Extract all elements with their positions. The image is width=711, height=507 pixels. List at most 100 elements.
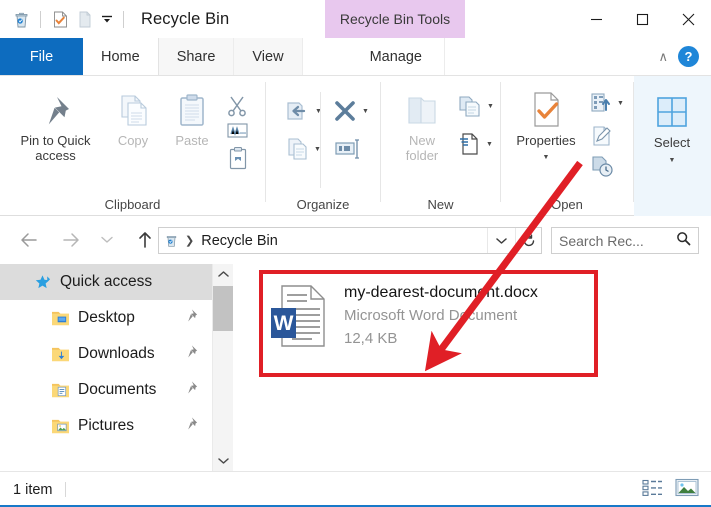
up-button[interactable] — [130, 225, 160, 255]
select-icon — [652, 92, 692, 132]
close-button[interactable] — [665, 0, 711, 38]
folder-icon[interactable] — [74, 8, 96, 30]
search-input[interactable]: Search Rec... — [551, 227, 699, 254]
select-button[interactable]: Select ▼ — [642, 92, 702, 168]
forward-arrow-icon — [61, 231, 81, 249]
easy-access-icon — [458, 131, 482, 157]
quick-access-star-icon — [30, 274, 54, 291]
tab-home[interactable]: Home — [83, 38, 159, 75]
file-explorer-window: Recycle Bin Recycle Bin Tools File Home … — [0, 0, 711, 507]
tab-manage[interactable]: Manage — [348, 38, 445, 75]
sidebar-item-downloads-label: Downloads — [78, 345, 155, 363]
delete-caret-icon[interactable]: ▼ — [362, 108, 369, 115]
large-icons-view-icon[interactable] — [675, 478, 699, 502]
contextual-tab-group-header: Recycle Bin Tools — [325, 0, 465, 38]
word-document-icon: W — [268, 282, 330, 350]
sidebar-item-desktop[interactable]: Desktop — [0, 300, 212, 336]
tab-strip-filler — [445, 38, 659, 75]
details-view-icon[interactable] — [642, 479, 663, 502]
open-button[interactable]: ▼ — [589, 91, 624, 115]
delete-button[interactable]: ▼ — [332, 98, 369, 124]
sidebar-item-pictures[interactable]: Pictures — [0, 408, 212, 444]
ribbon-group-open: Properties ▼ ▼ — [501, 76, 633, 216]
pin-icon[interactable] — [184, 417, 198, 436]
file-list-pane[interactable]: W my-dearest-document.docx Microsoft Wor… — [233, 264, 711, 471]
up-arrow-icon — [136, 230, 154, 250]
copy-to-button[interactable]: ▼ — [285, 136, 321, 162]
maximize-button[interactable] — [619, 0, 665, 38]
delete-x-icon — [332, 98, 358, 124]
pin-icon[interactable] — [184, 309, 198, 328]
tab-share[interactable]: Share — [159, 38, 235, 75]
back-button[interactable] — [14, 225, 44, 255]
new-item-button[interactable]: ▼ — [457, 94, 494, 118]
file-name: my-dearest-document.docx — [344, 282, 538, 304]
rename-button[interactable] — [334, 138, 362, 165]
copy-button[interactable]: Copy — [105, 92, 161, 148]
pin-icon[interactable] — [184, 345, 198, 364]
status-divider — [65, 482, 66, 497]
breadcrumb-recycle-bin[interactable]: Recycle Bin — [201, 233, 487, 249]
pin-to-quick-access-button[interactable]: Pin to Quick access — [8, 92, 103, 163]
tab-file-label: File — [30, 49, 53, 65]
navigation-pane-scrollbar[interactable] — [212, 264, 233, 471]
documents-folder-icon — [48, 382, 72, 399]
tab-view-label: View — [252, 49, 283, 65]
ribbon: Pin to Quick access Copy Paste — [0, 76, 711, 216]
select-caret-icon[interactable]: ▼ — [669, 153, 676, 168]
history-icon — [590, 154, 614, 178]
scrollbar-thumb[interactable] — [213, 286, 234, 331]
move-to-icon — [284, 98, 312, 124]
paste-icon — [173, 92, 211, 130]
edit-button[interactable] — [590, 124, 614, 153]
scroll-down-button[interactable] — [213, 451, 234, 471]
cut-button[interactable] — [225, 94, 249, 123]
properties-icon[interactable] — [49, 8, 71, 30]
sidebar-item-downloads[interactable]: Downloads — [0, 336, 212, 372]
recent-locations-button[interactable] — [92, 225, 122, 255]
new-item-caret-icon[interactable]: ▼ — [487, 103, 494, 110]
properties-button[interactable]: Properties ▼ — [507, 90, 585, 165]
pin-icon[interactable] — [184, 381, 198, 400]
sidebar-item-desktop-label: Desktop — [78, 309, 135, 327]
breadcrumb-separator-icon[interactable]: ❯ — [183, 234, 201, 247]
ribbon-tab-strip: File Home Share View Manage ∧ ? — [0, 38, 711, 76]
paste-shortcut-button[interactable] — [228, 146, 248, 175]
tab-home-label: Home — [101, 49, 140, 65]
move-to-button[interactable]: ▼ — [284, 98, 322, 124]
collapse-ribbon-icon[interactable]: ∧ — [658, 49, 668, 65]
easy-access-button[interactable]: ▼ — [458, 131, 493, 157]
sidebar-item-documents[interactable]: Documents — [0, 372, 212, 408]
open-caret-icon[interactable]: ▼ — [617, 100, 624, 107]
history-button[interactable] — [590, 154, 614, 183]
quick-access-dropdown-icon[interactable] — [99, 11, 115, 27]
sidebar-item-quick-access[interactable]: Quick access — [0, 264, 212, 300]
properties-icon — [527, 90, 565, 130]
help-button[interactable]: ? — [678, 46, 699, 67]
new-folder-icon — [401, 92, 443, 130]
minimize-button[interactable] — [573, 0, 619, 38]
address-dropdown-icon[interactable] — [487, 228, 515, 253]
tab-view[interactable]: View — [234, 38, 302, 75]
window-controls — [573, 0, 711, 38]
recent-locations-icon — [100, 234, 114, 246]
new-folder-label: New folder — [391, 133, 453, 163]
tab-file[interactable]: File — [0, 38, 83, 75]
address-path-box[interactable]: ❯ Recycle Bin — [158, 227, 542, 254]
refresh-button[interactable] — [515, 228, 541, 253]
file-list-item[interactable]: W my-dearest-document.docx Microsoft Wor… — [268, 276, 598, 360]
paste-shortcut-icon — [228, 146, 248, 170]
pictures-folder-icon — [48, 418, 72, 435]
easy-access-caret-icon[interactable]: ▼ — [486, 141, 493, 148]
tab-share-label: Share — [177, 49, 216, 65]
scroll-up-button[interactable] — [213, 264, 234, 284]
paste-button[interactable]: Paste — [163, 92, 221, 148]
search-icon[interactable] — [676, 231, 691, 251]
new-folder-button[interactable]: New folder — [391, 92, 453, 163]
recycle-bin-icon[interactable] — [10, 8, 32, 30]
ribbon-group-new-label: New — [381, 197, 500, 212]
forward-button[interactable] — [56, 225, 86, 255]
copy-path-button[interactable] — [226, 121, 249, 146]
file-type: Microsoft Word Document — [344, 304, 538, 327]
properties-caret-icon[interactable]: ▼ — [543, 150, 550, 165]
